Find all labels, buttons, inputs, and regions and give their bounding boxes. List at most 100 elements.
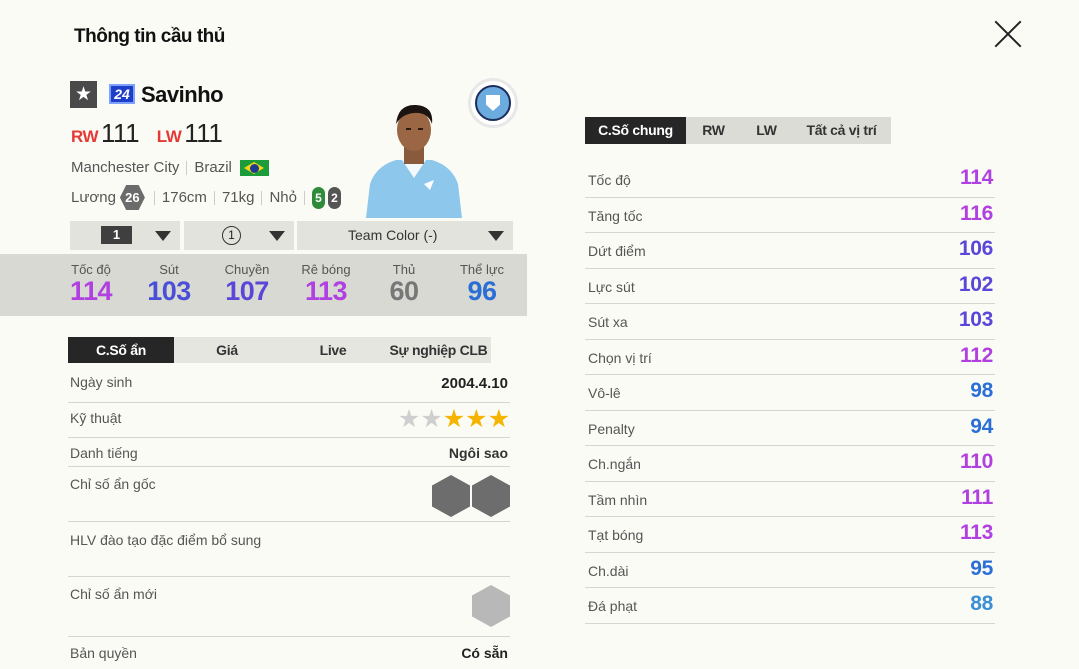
tab-lw[interactable]: LW [741, 117, 792, 144]
summary-stat: Sút 103 [147, 262, 191, 306]
club-crest-icon [468, 78, 518, 128]
attribute-row: Vô-lê 98 [585, 375, 995, 411]
chevron-down-icon [488, 231, 504, 241]
attribute-value: 94 [970, 414, 993, 438]
attribute-label: Ch.dài [588, 562, 629, 579]
rank-value: 1 [222, 226, 241, 245]
detail-row-license: Bản quyền Có sẵn [70, 645, 508, 661]
attribute-row: Lực sút 102 [585, 269, 995, 304]
attribute-value: 98 [970, 379, 993, 402]
player-attributes-line: Lương 26 176cm 71kg Nhỏ 5 2 [71, 185, 341, 210]
lock-icon[interactable] [472, 585, 510, 627]
club-nation-line: Manchester City Brazil [71, 159, 269, 177]
tab-live[interactable]: Live [280, 337, 386, 363]
weight-value: 71kg [221, 189, 255, 206]
summary-stat: Rê bóng 113 [301, 262, 351, 306]
attribute-row: Chọn vị trí 112 [585, 340, 995, 375]
attribute-row: Tăng tốc 116 [585, 198, 995, 233]
attribute-value: 95 [970, 556, 993, 580]
attribute-value: 116 [960, 201, 993, 225]
player-portrait [366, 104, 462, 218]
attribute-row: Tạt bóng 113 [585, 517, 995, 553]
flair-trait-icon[interactable] [472, 475, 510, 517]
left-tab-bar: C.Số ẩn Giá Live Sự nghiệp CLB [68, 337, 491, 363]
upgrade-level-select[interactable]: 1 [70, 221, 180, 250]
attribute-label: Vô-lê [588, 385, 621, 401]
right-foot-badge: 2 [328, 186, 341, 209]
salary-badge: 26 [119, 185, 145, 210]
page-title: Thông tin cầu thủ [74, 26, 225, 47]
close-icon[interactable] [994, 20, 1022, 48]
attribute-row: Ch.ngắn 110 [585, 446, 995, 482]
summary-stat: Tốc độ 114 [69, 262, 113, 306]
attribute-row: Đá phạt 88 [585, 588, 995, 624]
club-name: Manchester City [71, 159, 180, 176]
brazil-flag-icon [239, 160, 269, 177]
attribute-row: Penalty 94 [585, 411, 995, 446]
favorite-star-icon[interactable]: ★ [70, 81, 97, 108]
attribute-row: Tốc độ 114 [585, 162, 995, 198]
attribute-label: Sút xa [588, 314, 628, 330]
summary-stat: Thủ 60 [389, 262, 419, 306]
attribute-row: Sút xa 103 [585, 304, 995, 340]
attribute-value: 110 [960, 450, 993, 473]
detail-row-skill: Kỹ thuật ★★★★★ [68, 403, 510, 438]
tab-all-positions[interactable]: Tất cả vị trí [792, 117, 891, 144]
position-ratings: RW 111 LW 111 [71, 118, 233, 149]
attribute-value: 102 [958, 272, 993, 296]
season-badge: 24 [109, 84, 135, 104]
speed-dribbler-trait-icon[interactable] [432, 475, 470, 517]
tab-price[interactable]: Giá [174, 337, 280, 363]
summary-stat: Chuyền 107 [224, 262, 270, 306]
team-color-value: Team Color (-) [348, 227, 438, 243]
attribute-value: 112 [960, 343, 993, 367]
detail-row-new-traits: Chỉ số ẩn mới [68, 577, 510, 637]
upgrade-level-value: 1 [101, 226, 132, 244]
chevron-down-icon [155, 231, 171, 241]
summary-stats-band: Tốc độ 114 Sút 103 Chuyền 107 Rê bóng 113 Th… [0, 254, 527, 316]
attribute-label: Penalty [588, 420, 635, 437]
attribute-label: Tầm nhìn [588, 491, 648, 508]
attribute-row: Dứt điểm 106 [585, 233, 995, 269]
tab-club-career[interactable]: Sự nghiệp CLB [386, 337, 491, 363]
height-value: 176cm [161, 189, 207, 206]
detail-row-traits: Chỉ số ẩn gốc [68, 467, 510, 522]
attribute-value: 113 [960, 521, 993, 544]
attribute-value: 103 [958, 308, 993, 331]
summary-stat: Thể lực 96 [459, 262, 505, 306]
attribute-label: Chọn vị trí [588, 349, 652, 366]
right-tab-bar: C.Số chung RW LW Tất cả vị trí [585, 117, 891, 144]
player-name: Savinho [141, 82, 224, 107]
attribute-value: 111 [961, 485, 993, 509]
position-label: LW [156, 127, 182, 146]
left-foot-badge: 5 [312, 186, 325, 209]
body-type-value: Nhỏ [269, 189, 297, 206]
attribute-label: Tăng tốc [588, 207, 643, 224]
attribute-label: Tốc độ [588, 172, 631, 188]
tab-general-stats[interactable]: C.Số chung [585, 117, 686, 144]
nation-name: Brazil [194, 159, 232, 176]
attribute-value: 88 [970, 592, 993, 615]
detail-row-coach: HLV đào tạo đặc điểm bổ sung [68, 522, 510, 577]
attribute-label: Đá phạt [588, 598, 638, 614]
attribute-row: Tầm nhìn 111 [585, 482, 995, 517]
attribute-label: Dứt điểm [588, 243, 646, 259]
attribute-row: Ch.dài 95 [585, 553, 995, 588]
attribute-value: 114 [960, 166, 993, 189]
tab-rw[interactable]: RW [686, 117, 741, 144]
skill-stars: ★★★★★ [397, 405, 510, 433]
position-ovr: 111 [184, 118, 223, 148]
team-color-select[interactable]: Team Color (-) [297, 221, 513, 250]
chevron-down-icon [269, 231, 285, 241]
tab-hidden-stats[interactable]: C.Số ẩn [68, 337, 174, 363]
position-label: RW [71, 127, 99, 146]
detail-row-birth: Ngày sinh 2004.4.10 [68, 369, 510, 403]
salary-label: Lương [71, 189, 116, 206]
attribute-label: Lực sút [588, 278, 635, 295]
attribute-label: Tạt bóng [588, 527, 644, 543]
attribute-label: Ch.ngắn [588, 456, 641, 472]
rank-select[interactable]: 1 [184, 221, 294, 250]
attribute-value: 106 [958, 237, 993, 260]
detail-row-fame: Danh tiếng Ngôi sao [68, 438, 510, 467]
position-ovr: 111 [101, 118, 140, 148]
